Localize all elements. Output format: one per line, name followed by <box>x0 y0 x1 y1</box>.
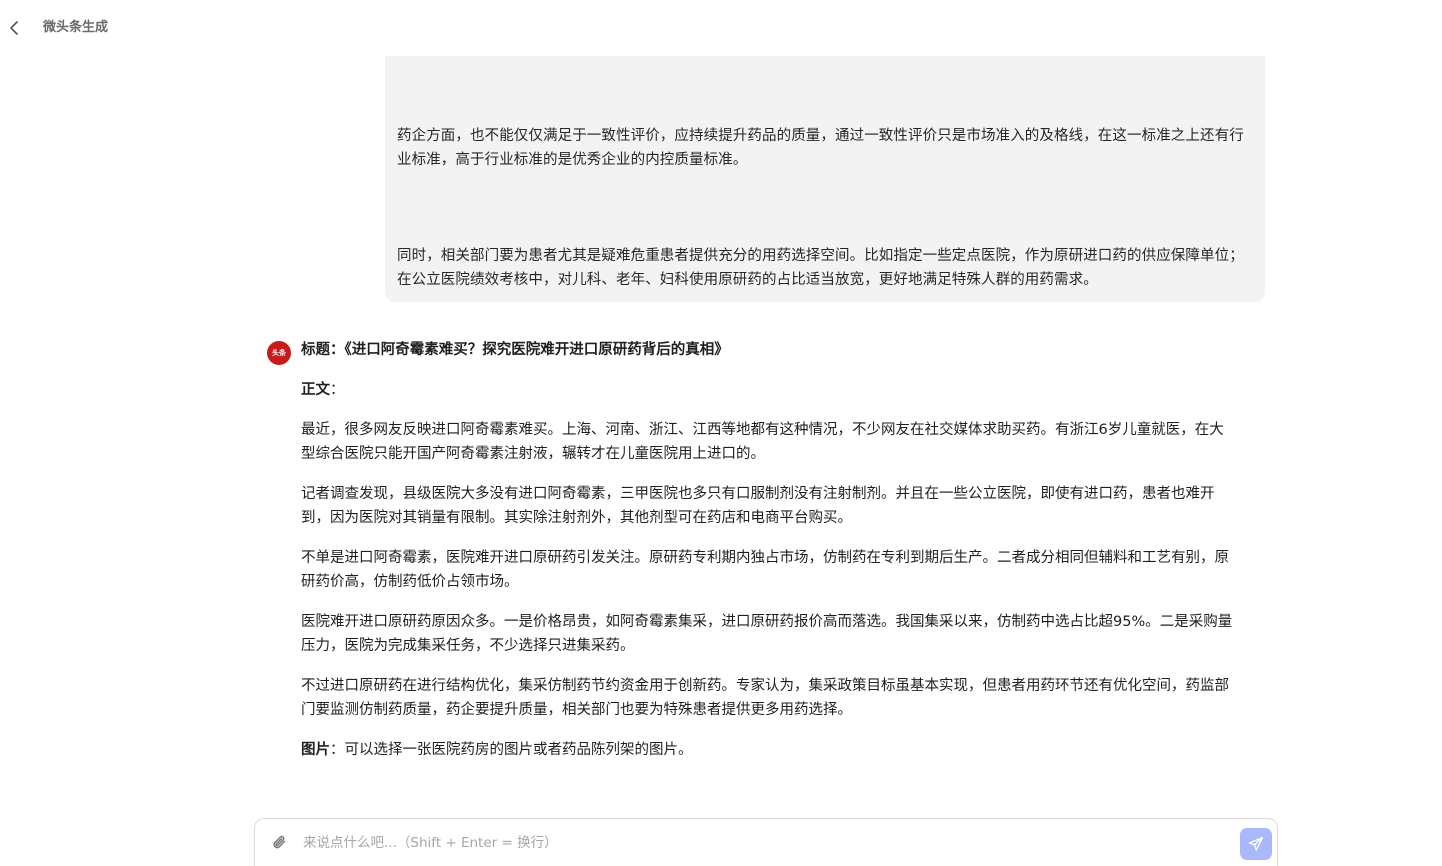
chat-input-box <box>254 818 1278 866</box>
chat-page: 微头条生成 药企方面，也不能仅仅满足于一致性评价，应持续提升药品的质量，通过一致… <box>0 0 1442 866</box>
paper-plane-icon <box>1248 836 1264 851</box>
article-title: 标题：《进口阿奇霉素难买？探究医院难开进口原研药背后的真相》 <box>301 338 1236 362</box>
user-message-bubble: 药企方面，也不能仅仅满足于一致性评价，应持续提升药品的质量，通过一致性评价只是市… <box>385 56 1265 302</box>
paperclip-icon <box>273 835 286 849</box>
article-image-suggestion: 图片：可以选择一张医院药房的图片或者药品陈列架的图片。 <box>301 738 1236 762</box>
article-body-colon: ： <box>330 382 345 398</box>
page-title: 微头条生成 <box>43 20 109 35</box>
bot-message: 标题：《进口阿奇霉素难买？探究医院难开进口原研药背后的真相》 正文： 最近，很多… <box>301 338 1236 762</box>
user-message-paragraph: 药企方面，也不能仅仅满足于一致性评价，应持续提升药品的质量，通过一致性评价只是市… <box>397 128 1244 168</box>
message-input[interactable] <box>303 831 1223 855</box>
send-button[interactable] <box>1240 828 1272 860</box>
user-message-paragraph: 同时，相关部门要为患者尤其是疑难危重患者提供充分的用药选择空间。比如指定一些定点… <box>397 248 1244 288</box>
bot-avatar: 头条 <box>267 341 291 365</box>
chevron-left-icon <box>10 21 18 35</box>
article-paragraph: 医院难开进口原研药原因众多。一是价格昂贵，如阿奇霉素集采，进口原研药报价高而落选… <box>301 614 1233 654</box>
article-image-label: 图片 <box>301 742 330 758</box>
article-paragraph: 不过进口原研药在进行结构优化，集采仿制药节约资金用于创新药。专家认为，集采政策目… <box>301 678 1229 718</box>
article-paragraph: 最近，很多网友反映进口阿奇霉素难买。上海、河南、浙江、江西等地都有这种情况，不少… <box>301 422 1224 462</box>
article-title-text: 《进口阿奇霉素难买？探究医院难开进口原研药背后的真相》 <box>344 342 729 358</box>
header: 微头条生成 <box>0 0 1442 56</box>
article-image-text: 可以选择一张医院药房的图片或者药品陈列架的图片。 <box>344 742 693 758</box>
article-body-label: 正文 <box>301 382 330 398</box>
article-title-label: 标题： <box>301 342 345 358</box>
article-image-colon: ： <box>330 742 345 758</box>
attach-button[interactable] <box>270 833 290 853</box>
back-button[interactable] <box>6 18 24 38</box>
article-paragraph: 不单是进口阿奇霉素，医院难开进口原研药引发关注。原研药专利期内独占市场，仿制药在… <box>301 550 1229 590</box>
article-paragraph: 记者调查发现，县级医院大多没有进口阿奇霉素，三甲医院也多只有口服制剂没有注射制剂… <box>301 486 1215 526</box>
article-body-heading: 正文： <box>301 378 1236 402</box>
